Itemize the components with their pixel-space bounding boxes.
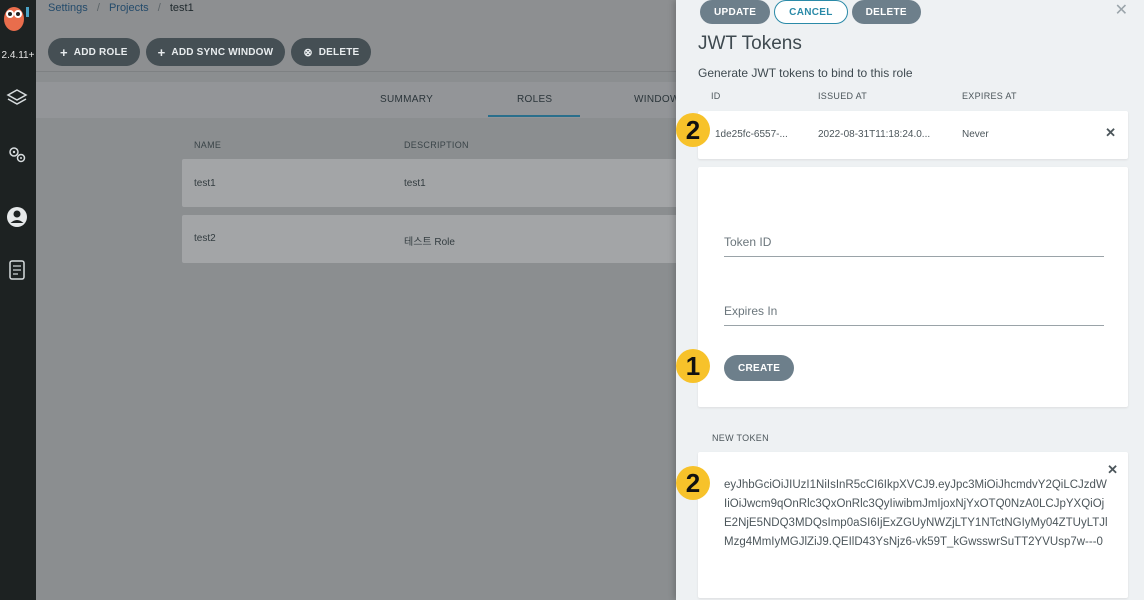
layers-icon[interactable]: [3, 84, 31, 112]
roles-header-description: DESCRIPTION: [404, 140, 469, 150]
left-sidebar: 2.4.11+: [0, 0, 36, 600]
page-title: JWT Tokens: [698, 33, 802, 54]
active-tab-indicator: [488, 115, 580, 117]
role-name: test2: [194, 233, 216, 244]
update-button[interactable]: UPDATE: [700, 0, 771, 24]
delete-token-icon[interactable]: ✕: [1105, 125, 1116, 141]
panel-subtitle: Generate JWT tokens to bind to this role: [698, 66, 913, 80]
tokens-header-expires-at: EXPIRES AT: [962, 91, 1017, 101]
tab-roles[interactable]: ROLES: [517, 94, 552, 105]
breadcrumb-separator: /: [157, 2, 161, 14]
create-button[interactable]: CREATE: [724, 355, 795, 381]
expires-in-input[interactable]: [724, 296, 1104, 318]
role-edit-panel: UPDATE CANCEL DELETE ✕ JWT Tokens Genera…: [676, 0, 1144, 600]
annotation-badge-1: 1: [676, 349, 710, 383]
role-description: test1: [404, 178, 426, 189]
breadcrumb-current: test1: [169, 2, 194, 14]
gears-icon[interactable]: [3, 140, 31, 168]
annotation-badge-2: 2: [676, 113, 710, 147]
user-icon[interactable]: [3, 203, 31, 231]
token-expires-at: Never: [962, 129, 989, 140]
table-row[interactable]: 1de25fc-6557-... 2022-08-31T11:18:24.0..…: [698, 111, 1128, 159]
table-row[interactable]: test1 test1: [182, 159, 682, 207]
tabs-bar: SUMMARY ROLES WINDOW: [36, 82, 679, 118]
cancel-button[interactable]: CANCEL: [774, 0, 848, 24]
delete-circle-icon: ⊗: [303, 46, 313, 59]
tokens-header-id: ID: [711, 91, 721, 101]
create-token-form: CREATE: [698, 167, 1128, 407]
expires-in-field: [724, 296, 1104, 326]
version-label: 2.4.11+: [1, 50, 35, 61]
argo-logo-icon[interactable]: [2, 3, 30, 31]
token-id: 1de25fc-6557-...: [715, 129, 788, 140]
add-role-label: ADD ROLE: [73, 46, 128, 58]
delete-role-button[interactable]: DELETE: [851, 0, 921, 24]
token-id-input[interactable]: [724, 227, 1104, 249]
tab-windows[interactable]: WINDOW: [634, 94, 680, 105]
add-sync-window-button[interactable]: + ADD SYNC WINDOW: [145, 38, 286, 66]
annotation-badge-2: 2: [676, 466, 710, 500]
breadcrumb-projects[interactable]: Projects: [109, 2, 149, 14]
new-token-value: eyJhbGciOiJIUzI1NiIsInR5cCI6IkpXVCJ9.eyJ…: [724, 479, 1108, 548]
new-token-label: NEW TOKEN: [712, 433, 769, 443]
panel-action-buttons: UPDATE CANCEL DELETE: [700, 0, 921, 24]
docs-icon[interactable]: [3, 256, 31, 284]
toolbar: + ADD ROLE + ADD SYNC WINDOW ⊗ DELETE: [48, 38, 372, 66]
delete-project-label: DELETE: [318, 46, 360, 58]
breadcrumb-settings[interactable]: Settings: [48, 2, 88, 14]
plus-icon: +: [60, 44, 68, 60]
role-name: test1: [194, 178, 216, 189]
role-description: 테스트 Role: [404, 237, 455, 248]
plus-icon: +: [157, 44, 166, 60]
token-id-field: [724, 227, 1104, 257]
add-role-button[interactable]: + ADD ROLE: [48, 38, 140, 66]
tokens-header-issued-at: ISSUED AT: [818, 91, 868, 101]
table-row[interactable]: test2 테스트 Role: [182, 215, 682, 263]
breadcrumb: Settings / Projects / test1: [48, 2, 194, 14]
page-header: Settings / Projects / test1 + ADD ROLE +…: [36, 0, 676, 72]
add-sync-window-label: ADD SYNC WINDOW: [171, 46, 274, 58]
token-issued-at: 2022-08-31T11:18:24.0...: [818, 129, 931, 140]
delete-project-button[interactable]: ⊗ DELETE: [291, 38, 372, 66]
roles-header-name: NAME: [194, 140, 222, 150]
breadcrumb-separator: /: [96, 2, 100, 14]
close-icon[interactable]: ✕: [1115, 0, 1128, 20]
new-token-card: ✕ eyJhbGciOiJIUzI1NiIsInR5cCI6IkpXVCJ9.e…: [698, 452, 1128, 598]
project-page-background: Settings / Projects / test1 + ADD ROLE +…: [36, 0, 682, 600]
tab-summary[interactable]: SUMMARY: [380, 94, 433, 105]
